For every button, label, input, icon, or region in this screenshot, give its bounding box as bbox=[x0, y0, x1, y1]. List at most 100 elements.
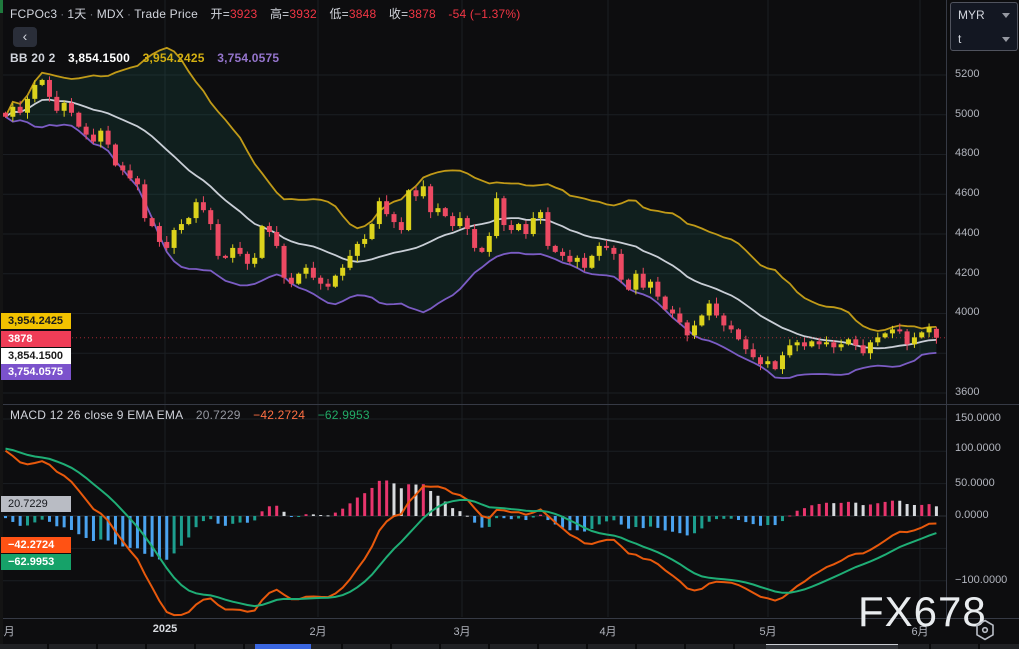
candle-body bbox=[142, 184, 148, 219]
candle-body bbox=[648, 281, 654, 288]
high-value: 3932 bbox=[289, 7, 317, 21]
candle-body bbox=[413, 190, 419, 197]
candle-body bbox=[904, 331, 910, 345]
candle-body bbox=[127, 170, 133, 179]
candle-body bbox=[750, 349, 756, 358]
axis-tick-label: −100.0000 bbox=[955, 574, 1008, 586]
candle-body bbox=[794, 342, 800, 346]
unit-select[interactable]: t bbox=[951, 27, 1017, 51]
price-axis[interactable]: 5200 5000 4800 4600 4400 4200 4000 3600 150.0000… bbox=[947, 0, 1019, 618]
macd-histogram-bar bbox=[348, 503, 352, 516]
candle-body bbox=[156, 226, 162, 242]
macd-histogram-bar bbox=[150, 516, 154, 557]
macd-histogram-bar bbox=[304, 514, 308, 516]
time-label: 5月 bbox=[759, 626, 777, 638]
currency-select-value: MYR bbox=[958, 8, 985, 22]
macd-histogram-bar bbox=[568, 516, 572, 531]
macd-histogram-bar bbox=[165, 516, 169, 560]
candle-body bbox=[90, 134, 96, 142]
macd-histogram-bar bbox=[876, 503, 880, 516]
candle-body bbox=[867, 342, 873, 354]
macd-histogram-bar bbox=[209, 516, 213, 520]
macd-histogram-bar bbox=[883, 501, 887, 516]
macd-histogram-bar bbox=[458, 511, 462, 516]
macd-histogram-bar bbox=[597, 516, 601, 525]
taskbar-strip[interactable] bbox=[0, 644, 1019, 649]
low-value: 3848 bbox=[348, 7, 377, 21]
candle-body bbox=[640, 273, 646, 288]
candle-body bbox=[215, 224, 221, 256]
macd-histogram-bar bbox=[392, 483, 396, 516]
macd-histogram-bar bbox=[685, 516, 689, 536]
legend-separator: · bbox=[126, 7, 132, 21]
change-value: -54 (−1.37%) bbox=[448, 7, 521, 21]
taskbar-highlight-segment[interactable] bbox=[766, 644, 898, 649]
macd-histogram-bar bbox=[802, 508, 806, 516]
macd-histogram-bar bbox=[495, 516, 499, 519]
legend-separator: · bbox=[60, 7, 65, 21]
taskbar-active-segment[interactable] bbox=[255, 644, 311, 649]
macd-histogram-bar bbox=[355, 497, 359, 516]
macd-histogram-bar bbox=[920, 504, 924, 516]
axis-tick-label: 4400 bbox=[955, 227, 980, 239]
candle-body bbox=[897, 329, 903, 332]
interval-label[interactable]: 1天 bbox=[67, 7, 86, 21]
macd-histogram-bar bbox=[11, 516, 15, 522]
macd-histogram-bar bbox=[700, 516, 704, 529]
candle-body bbox=[860, 345, 866, 354]
macd-histogram-bar bbox=[91, 516, 95, 541]
candle-body bbox=[450, 216, 456, 227]
time-axis[interactable]: 12月20252月3月4月5月6月 bbox=[0, 619, 946, 644]
candle-body bbox=[164, 241, 170, 248]
axis-tick-label: 3600 bbox=[955, 386, 980, 398]
candle-body bbox=[831, 342, 837, 348]
candle-body bbox=[523, 224, 529, 234]
macd-histogram-bar bbox=[715, 516, 719, 520]
axis-tick-label: 4600 bbox=[955, 187, 980, 199]
back-button[interactable]: ‹ bbox=[13, 27, 37, 47]
macd-histogram-bar bbox=[744, 516, 748, 523]
macd-histogram-bar bbox=[201, 516, 205, 522]
fx678-watermark: FX678 bbox=[858, 588, 987, 635]
macd-histogram-bar bbox=[722, 516, 726, 519]
axis-unit-selectors: MYR t bbox=[950, 2, 1018, 51]
macd-histogram-bar bbox=[253, 516, 257, 521]
candle-body bbox=[655, 281, 661, 297]
macd-histogram-bar bbox=[260, 511, 264, 516]
macd-histogram-bar bbox=[238, 516, 242, 523]
axis-tick-label: 0.0000 bbox=[955, 509, 989, 521]
symbol-name[interactable]: FCPOc3 bbox=[10, 7, 57, 21]
bb-indicator-label[interactable]: BB bbox=[10, 51, 28, 65]
macd-histogram-bar bbox=[135, 516, 139, 549]
series-type-label: Trade Price bbox=[134, 7, 198, 21]
candle-body bbox=[186, 218, 192, 225]
macd-histogram-bar bbox=[729, 516, 733, 519]
macd-histogram-bar bbox=[341, 508, 345, 516]
currency-select[interactable]: MYR bbox=[951, 3, 1017, 27]
candle-body bbox=[714, 303, 720, 316]
macd-histogram-bar bbox=[326, 515, 330, 517]
macd-histogram-bar bbox=[385, 480, 389, 516]
candle-body bbox=[816, 341, 822, 345]
macd-histogram-bar bbox=[25, 516, 29, 526]
candle-body bbox=[120, 165, 126, 171]
macd-indicator-label[interactable]: MACD bbox=[10, 408, 46, 422]
candle-body bbox=[420, 186, 426, 197]
candle-body bbox=[538, 212, 544, 219]
macd-histogram-bar bbox=[223, 516, 227, 526]
candle-body bbox=[46, 79, 52, 97]
macd-histogram-bar bbox=[311, 514, 315, 516]
chart-surface[interactable] bbox=[0, 0, 1019, 649]
candle-body bbox=[765, 361, 771, 365]
unit-select-value: t bbox=[958, 32, 962, 46]
macd-histogram-bar bbox=[758, 516, 762, 526]
macd-histogram-bar bbox=[531, 516, 535, 518]
macd-histogram-bar bbox=[524, 516, 528, 521]
candle-body bbox=[318, 277, 324, 284]
macd-histogram-bar bbox=[641, 516, 645, 529]
candle-body bbox=[560, 251, 566, 256]
macd-histogram-bar bbox=[179, 516, 183, 546]
trading-app-window: FCPOc3 · 1天 · MDX · Trade Price 开=3923 高=3932 … bbox=[0, 0, 1019, 649]
candle-body bbox=[728, 325, 734, 330]
last-price-badge: 3878 bbox=[1, 331, 71, 347]
